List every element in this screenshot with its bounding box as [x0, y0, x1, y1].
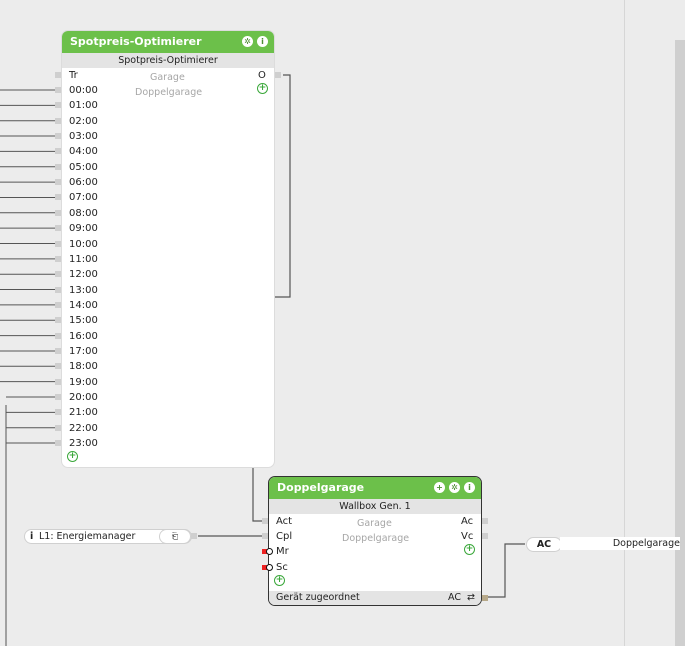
- input-port-cpl[interactable]: [262, 533, 268, 539]
- dg-header[interactable]: Doppelgarage + ✲ i: [269, 477, 481, 499]
- input-port-hour[interactable]: [55, 102, 61, 109]
- input-label-mr: Mr: [276, 546, 289, 557]
- dg-footer: Gerät zugeordnet AC ⇄: [269, 591, 481, 605]
- energy-manager-port[interactable]: [191, 533, 197, 539]
- input-label-hour: 08:00: [69, 207, 98, 219]
- input-port-hour[interactable]: [55, 133, 61, 140]
- energy-manager-input[interactable]: i L1: Energiemanager ⎗: [24, 529, 192, 544]
- dg-subtitle: Wallbox Gen. 1: [269, 499, 481, 514]
- input-label-hour: 19:00: [69, 376, 98, 388]
- input-port-hour[interactable]: [55, 301, 61, 308]
- add-output-icon[interactable]: +: [257, 83, 268, 94]
- input-label-hour: 12:00: [69, 269, 98, 281]
- input-port-hour[interactable]: [55, 317, 61, 324]
- input-port-hour[interactable]: [55, 363, 61, 370]
- input-label-hour: 01:00: [69, 100, 98, 112]
- gear-icon[interactable]: ✲: [449, 482, 460, 493]
- input-port-hour[interactable]: [55, 424, 61, 431]
- input-port-hour[interactable]: [55, 378, 61, 385]
- output-port-vc[interactable]: [482, 533, 488, 539]
- input-label-hour: 14:00: [69, 299, 98, 311]
- input-label-hour: 22:00: [69, 422, 98, 434]
- device-assigned-label: Gerät zugeordnet: [276, 592, 360, 603]
- input-port-tr[interactable]: [55, 72, 61, 78]
- input-port-hour[interactable]: [55, 440, 61, 447]
- input-label-hour: 00:00: [69, 85, 98, 96]
- input-port-hour[interactable]: [55, 347, 61, 354]
- input-port-hour[interactable]: [55, 225, 61, 232]
- input-port-hour[interactable]: [55, 163, 61, 170]
- energy-manager-label: L1: Energiemanager: [39, 531, 136, 542]
- input-label-hour: 05:00: [69, 161, 98, 173]
- output-label-vc: Vc: [461, 531, 474, 542]
- input-label-cpl: Cpl: [276, 531, 293, 542]
- input-label-hour: 10:00: [69, 238, 98, 250]
- logic-canvas[interactable]: Spotpreis-Optimierer ✲ i Spotpreis-Optim…: [0, 0, 685, 646]
- gear-icon[interactable]: ✲: [242, 36, 253, 47]
- input-label-hour: 15:00: [69, 315, 98, 327]
- input-label-hour: 11:00: [69, 253, 98, 265]
- input-port-hour[interactable]: [55, 179, 61, 186]
- input-label-hour: 18:00: [69, 361, 98, 373]
- connector-icon[interactable]: ⎗: [159, 529, 191, 544]
- input-label-act: Act: [276, 516, 293, 527]
- swap-icon[interactable]: ⇄: [467, 591, 475, 605]
- input-port-hour[interactable]: [55, 332, 61, 339]
- input-label-tr: Tr: [69, 70, 78, 81]
- input-label-hour: 20:00: [69, 392, 98, 403]
- input-port-hour[interactable]: [55, 194, 61, 201]
- output-port-ac[interactable]: [482, 518, 488, 524]
- input-port-hour[interactable]: [55, 209, 61, 216]
- output-ac-pill[interactable]: AC: [526, 537, 562, 552]
- footer-ac-label: AC: [448, 592, 461, 603]
- add-input-icon[interactable]: +: [67, 451, 78, 462]
- wire-ac-to-output: [488, 543, 525, 598]
- output-label-o: O: [258, 70, 266, 81]
- input-label-hour: 06:00: [69, 177, 98, 189]
- spot-subtitle: Spotpreis-Optimierer: [62, 53, 274, 68]
- info-icon[interactable]: i: [257, 36, 268, 47]
- spot-garage-label: Garage: [150, 72, 185, 83]
- input-port-hour[interactable]: [55, 255, 61, 262]
- footer-output-port[interactable]: [482, 595, 488, 601]
- input-label-hour: 09:00: [69, 223, 98, 235]
- add-output-icon[interactable]: +: [464, 544, 475, 555]
- input-port-hour[interactable]: [55, 87, 61, 93]
- input-port-hour[interactable]: [55, 117, 61, 124]
- input-label-hour: 02:00: [69, 115, 98, 127]
- input-label-hour: 03:00: [69, 131, 98, 143]
- spot-title: Spotpreis-Optimierer: [70, 35, 202, 48]
- input-port-act[interactable]: [262, 518, 268, 524]
- input-port-sc[interactable]: [266, 564, 273, 571]
- add-icon[interactable]: +: [434, 482, 445, 493]
- input-label-hour: 23:00: [69, 438, 98, 450]
- spot-doppelgarage-label: Doppelgarage: [135, 87, 203, 98]
- dg-garage-label: Garage: [357, 518, 392, 529]
- output-port-o[interactable]: [275, 72, 281, 78]
- input-label-hour: 21:00: [69, 407, 98, 419]
- output-label-ac: Ac: [461, 516, 474, 527]
- input-label-hour: 16:00: [69, 330, 98, 342]
- input-label-hour: 17:00: [69, 345, 98, 357]
- input-label-hour: 07:00: [69, 192, 98, 204]
- input-label-hour: 04:00: [69, 146, 98, 158]
- output-doppelgarage-label: Doppelgarage: [560, 537, 680, 550]
- info-icon[interactable]: i: [30, 530, 33, 543]
- input-port-hour[interactable]: [55, 394, 61, 400]
- input-port-hour[interactable]: [55, 271, 61, 278]
- info-icon[interactable]: i: [464, 482, 475, 493]
- input-port-hour[interactable]: [55, 240, 61, 247]
- input-port-hour[interactable]: [55, 148, 61, 155]
- input-port-hour[interactable]: [55, 409, 61, 416]
- add-input-icon[interactable]: +: [274, 575, 285, 586]
- dg-title: Doppelgarage: [277, 481, 365, 494]
- spot-header[interactable]: Spotpreis-Optimierer ✲ i: [62, 31, 274, 53]
- input-label-hour: 13:00: [69, 284, 98, 296]
- input-port-mr[interactable]: [266, 548, 273, 555]
- spotpreis-optimierer-block[interactable]: Spotpreis-Optimierer ✲ i Spotpreis-Optim…: [55, 31, 281, 467]
- doppelgarage-block[interactable]: Doppelgarage + ✲ i Wallbox Gen. 1 Act Cp…: [262, 477, 488, 605]
- input-port-hour[interactable]: [55, 286, 61, 293]
- input-label-sc: Sc: [276, 562, 288, 573]
- dg-doppelgarage-label: Doppelgarage: [342, 533, 410, 544]
